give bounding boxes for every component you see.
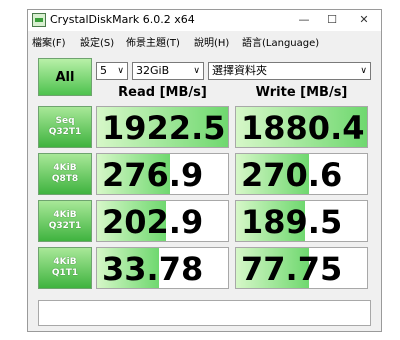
app-icon — [32, 13, 46, 27]
test-size-value: 32GiB — [136, 64, 170, 77]
test-label-line2: Q32T1 — [48, 221, 82, 231]
write-value: 189.5 — [241, 203, 343, 241]
read-result-cell: 276.9 — [96, 153, 229, 195]
drive-value: 選擇資料夾 — [212, 64, 267, 77]
comment-field[interactable] — [38, 300, 371, 326]
test-label-line2: Q1T1 — [51, 268, 79, 278]
test-button-4k-q8t8[interactable]: 4KiB Q8T8 — [38, 153, 92, 195]
test-button-4k-q1t1[interactable]: 4KiB Q1T1 — [38, 247, 92, 289]
test-size-select[interactable]: 32GiB ∨ — [132, 62, 204, 80]
write-value: 270.6 — [241, 156, 343, 194]
write-value: 77.75 — [241, 250, 343, 288]
all-button[interactable]: All — [38, 58, 92, 96]
write-header: Write [MB/s] — [255, 85, 348, 100]
read-result-cell: 202.9 — [96, 200, 229, 242]
app-window: CrystalDiskMark 6.0.2 x64 — ☐ ✕ 檔案(F) 設定… — [27, 9, 382, 332]
minimize-button[interactable]: — — [293, 11, 315, 29]
menu-help[interactable]: 說明(H) — [194, 34, 229, 49]
chevron-down-icon: ∨ — [117, 66, 124, 76]
drive-select[interactable]: 選擇資料夾 ∨ — [208, 62, 371, 80]
test-button-4k-q32t1[interactable]: 4KiB Q32T1 — [38, 200, 92, 242]
title-bar: CrystalDiskMark 6.0.2 x64 — ☐ ✕ — [28, 10, 381, 31]
test-label-line1: 4KiB — [53, 210, 77, 220]
test-count-select[interactable]: 5 ∨ — [96, 62, 128, 80]
test-button-seq-q32t1[interactable]: Seq Q32T1 — [38, 106, 92, 148]
write-result-cell: 1880.4 — [235, 106, 368, 148]
read-result-cell: 33.78 — [96, 247, 229, 289]
menu-bar: 檔案(F) 設定(S) 佈景主題(T) 說明(H) 語言(Language) — [28, 31, 381, 51]
menu-language[interactable]: 語言(Language) — [242, 34, 319, 49]
menu-theme[interactable]: 佈景主題(T) — [126, 34, 180, 49]
window-title: CrystalDiskMark 6.0.2 x64 — [50, 13, 195, 26]
test-count-value: 5 — [100, 64, 107, 77]
read-result-cell: 1922.5 — [96, 106, 229, 148]
close-button[interactable]: ✕ — [353, 11, 375, 29]
test-label-line1: 4KiB — [53, 257, 77, 267]
test-label-line1: Seq — [55, 116, 75, 126]
read-header: Read [MB/s] — [118, 85, 207, 100]
write-result-cell: 189.5 — [235, 200, 368, 242]
read-value: 202.9 — [102, 203, 204, 241]
menu-file[interactable]: 檔案(F) — [32, 34, 66, 49]
write-result-cell: 77.75 — [235, 247, 368, 289]
write-value: 1880.4 — [241, 109, 365, 147]
read-value: 276.9 — [102, 156, 204, 194]
test-label-line1: 4KiB — [53, 163, 77, 173]
write-result-cell: 270.6 — [235, 153, 368, 195]
chevron-down-icon: ∨ — [193, 66, 200, 76]
maximize-button[interactable]: ☐ — [321, 11, 343, 29]
read-value: 1922.5 — [102, 109, 226, 147]
test-label-line2: Q8T8 — [51, 174, 79, 184]
chevron-down-icon: ∨ — [360, 66, 367, 76]
test-label-line2: Q32T1 — [48, 127, 82, 137]
read-value: 33.78 — [102, 250, 204, 288]
menu-settings[interactable]: 設定(S) — [80, 34, 114, 49]
